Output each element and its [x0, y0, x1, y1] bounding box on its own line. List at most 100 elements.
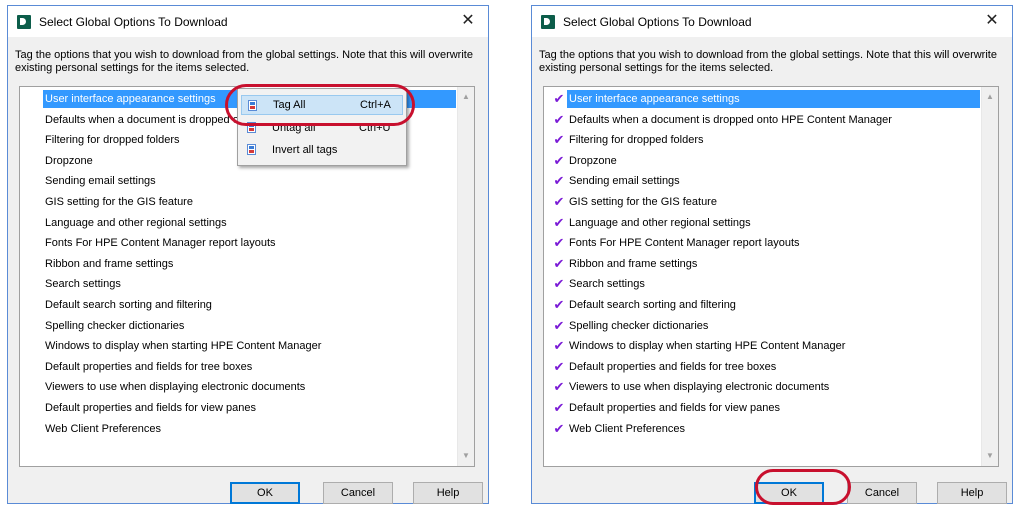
dialog-title: Select Global Options To Download — [563, 15, 752, 29]
list-item-label: GIS setting for the GIS feature — [45, 195, 193, 208]
scroll-up-icon[interactable]: ▲ — [982, 89, 998, 105]
list-item-label: Ribbon and frame settings — [569, 257, 698, 270]
list-item-label: Windows to display when starting HPE Con… — [45, 340, 322, 353]
checkmark-icon: ✔ — [553, 255, 565, 271]
list-item[interactable]: Default search sorting and filtering — [20, 295, 456, 316]
list-item[interactable]: ✔ User interface appearance settings — [544, 89, 980, 110]
checkmark-icon: ✔ — [553, 338, 565, 354]
scroll-up-icon[interactable]: ▲ — [458, 89, 474, 105]
menu-item-invert-all-tags[interactable]: Invert all tags — [241, 140, 403, 160]
list-item-label: Sending email settings — [45, 175, 156, 188]
title-bar: Select Global Options To Download ✕ — [8, 6, 488, 37]
list-item[interactable]: Default properties and fields for tree b… — [20, 357, 456, 378]
list-item-label: Default properties and fields for view p… — [45, 401, 256, 414]
tag-icon — [247, 122, 256, 133]
options-listbox[interactable]: ✔ User interface appearance settings ✔ Defa… — [543, 86, 999, 467]
list-item[interactable]: ✔ Sending email settings — [544, 171, 980, 192]
list-item[interactable]: Web Client Preferences — [20, 419, 456, 440]
scroll-down-icon[interactable]: ▼ — [458, 448, 474, 464]
list-item-label: Fonts For HPE Content Manager report lay… — [45, 237, 276, 250]
list-item[interactable]: ✔ Ribbon and frame settings — [544, 254, 980, 275]
list-item[interactable]: Default properties and fields for view p… — [20, 398, 456, 419]
list-item[interactable]: Search settings — [20, 274, 456, 295]
dialog-title: Select Global Options To Download — [39, 15, 228, 29]
tag-icon — [247, 144, 256, 155]
cancel-button[interactable]: Cancel — [847, 482, 917, 504]
list-item-label: Ribbon and frame settings — [45, 257, 174, 270]
menu-item-label: Tag All — [273, 99, 306, 111]
list-item[interactable]: ✔ Fonts For HPE Content Manager report la… — [544, 233, 980, 254]
ok-button[interactable]: OK — [230, 482, 300, 504]
list-item[interactable]: Spelling checker dictionaries — [20, 316, 456, 337]
menu-item-shortcut: Ctrl+U — [359, 122, 391, 134]
list-item-label: Viewers to use when displaying electroni… — [45, 381, 306, 394]
list-item[interactable]: Fonts For HPE Content Manager report lay… — [20, 233, 456, 254]
list-item[interactable]: Ribbon and frame settings — [20, 254, 456, 275]
select-options-dialog-left: Select Global Options To Download ✕ Tag … — [7, 5, 489, 504]
menu-item-shortcut: Ctrl+A — [360, 99, 391, 111]
menu-item-label: Invert all tags — [272, 144, 338, 156]
list-item-label: Filtering for dropped folders — [45, 134, 180, 147]
menu-item-tag-all[interactable]: Tag All Ctrl+A — [241, 95, 403, 115]
help-button[interactable]: Help — [413, 482, 483, 504]
checkmark-icon: ✔ — [553, 317, 565, 333]
list-item-label: Default properties and fields for view p… — [569, 401, 780, 414]
menu-item-untag-all[interactable]: Untag all Ctrl+U — [241, 118, 403, 138]
tag-icon — [248, 100, 257, 111]
checkmark-icon: ✔ — [553, 358, 565, 374]
list-item-label: Defaults when a document is dropped onto… — [569, 113, 892, 126]
instruction-text: Tag the options that you wish to downloa… — [15, 49, 473, 74]
list-item-label: Dropzone — [45, 154, 93, 167]
cancel-button[interactable]: Cancel — [323, 482, 393, 504]
list-item-label: Filtering for dropped folders — [569, 134, 704, 147]
list-item[interactable]: Sending email settings — [20, 171, 456, 192]
list-item-label: GIS setting for the GIS feature — [569, 195, 717, 208]
checkmark-icon: ✔ — [553, 111, 565, 127]
list-item[interactable]: ✔ Web Client Preferences — [544, 419, 980, 440]
list-item[interactable]: ✔ Defaults when a document is dropped ont… — [544, 110, 980, 131]
hpe-content-manager-icon — [541, 15, 555, 29]
checkmark-icon: ✔ — [553, 296, 565, 312]
list-item[interactable]: ✔ Search settings — [544, 274, 980, 295]
list-item[interactable]: ✔ GIS setting for the GIS feature — [544, 192, 980, 213]
list-item-label: Windows to display when starting HPE Con… — [569, 340, 846, 353]
checkmark-icon: ✔ — [553, 193, 565, 209]
list-item-label: Spelling checker dictionaries — [569, 319, 709, 332]
help-button[interactable]: Help — [937, 482, 1007, 504]
checkmark-icon: ✔ — [553, 152, 565, 168]
list-item-label: Language and other regional settings — [45, 216, 227, 229]
checkmark-icon: ✔ — [553, 399, 565, 415]
checkmark-icon: ✔ — [553, 379, 565, 395]
close-button[interactable]: ✕ — [458, 11, 478, 31]
list-item-label: Sending email settings — [569, 175, 680, 188]
list-item-label: Spelling checker dictionaries — [45, 319, 185, 332]
list-item[interactable]: Language and other regional settings — [20, 213, 456, 234]
list-item[interactable]: ✔ Default search sorting and filtering — [544, 295, 980, 316]
list-item[interactable]: ✔ Default properties and fields for tree … — [544, 357, 980, 378]
list-item-label: Default properties and fields for tree b… — [569, 360, 777, 373]
close-button[interactable]: ✕ — [982, 11, 1002, 31]
list-item[interactable]: ✔ Default properties and fields for view … — [544, 398, 980, 419]
menu-item-label: Untag all — [272, 122, 316, 134]
vertical-scrollbar[interactable]: ▲ ▼ — [981, 87, 998, 466]
list-item[interactable]: ✔ Filtering for dropped folders — [544, 130, 980, 151]
list-item-label: Viewers to use when displaying electroni… — [569, 381, 830, 394]
options-list: ✔ User interface appearance settings ✔ Defa… — [544, 89, 980, 439]
list-item[interactable]: ✔ Spelling checker dictionaries — [544, 316, 980, 337]
list-item[interactable]: ✔ Viewers to use when displaying electron… — [544, 377, 980, 398]
context-menu: Tag All Ctrl+A Untag all Ctrl+U Invert a… — [237, 88, 407, 166]
checkmark-icon: ✔ — [553, 420, 565, 436]
list-item-label: Search settings — [569, 278, 645, 291]
checkmark-icon: ✔ — [553, 91, 565, 106]
scroll-down-icon[interactable]: ▼ — [982, 448, 998, 464]
list-item[interactable]: ✔ Language and other regional settings — [544, 213, 980, 234]
hpe-content-manager-icon — [17, 15, 31, 29]
ok-button[interactable]: OK — [754, 482, 824, 504]
checkmark-icon: ✔ — [553, 173, 565, 189]
list-item[interactable]: Viewers to use when displaying electroni… — [20, 377, 456, 398]
list-item[interactable]: ✔ Windows to display when starting HPE Co… — [544, 336, 980, 357]
list-item[interactable]: ✔ Dropzone — [544, 151, 980, 172]
list-item[interactable]: Windows to display when starting HPE Con… — [20, 336, 456, 357]
vertical-scrollbar[interactable]: ▲ ▼ — [457, 87, 474, 466]
list-item[interactable]: GIS setting for the GIS feature — [20, 192, 456, 213]
